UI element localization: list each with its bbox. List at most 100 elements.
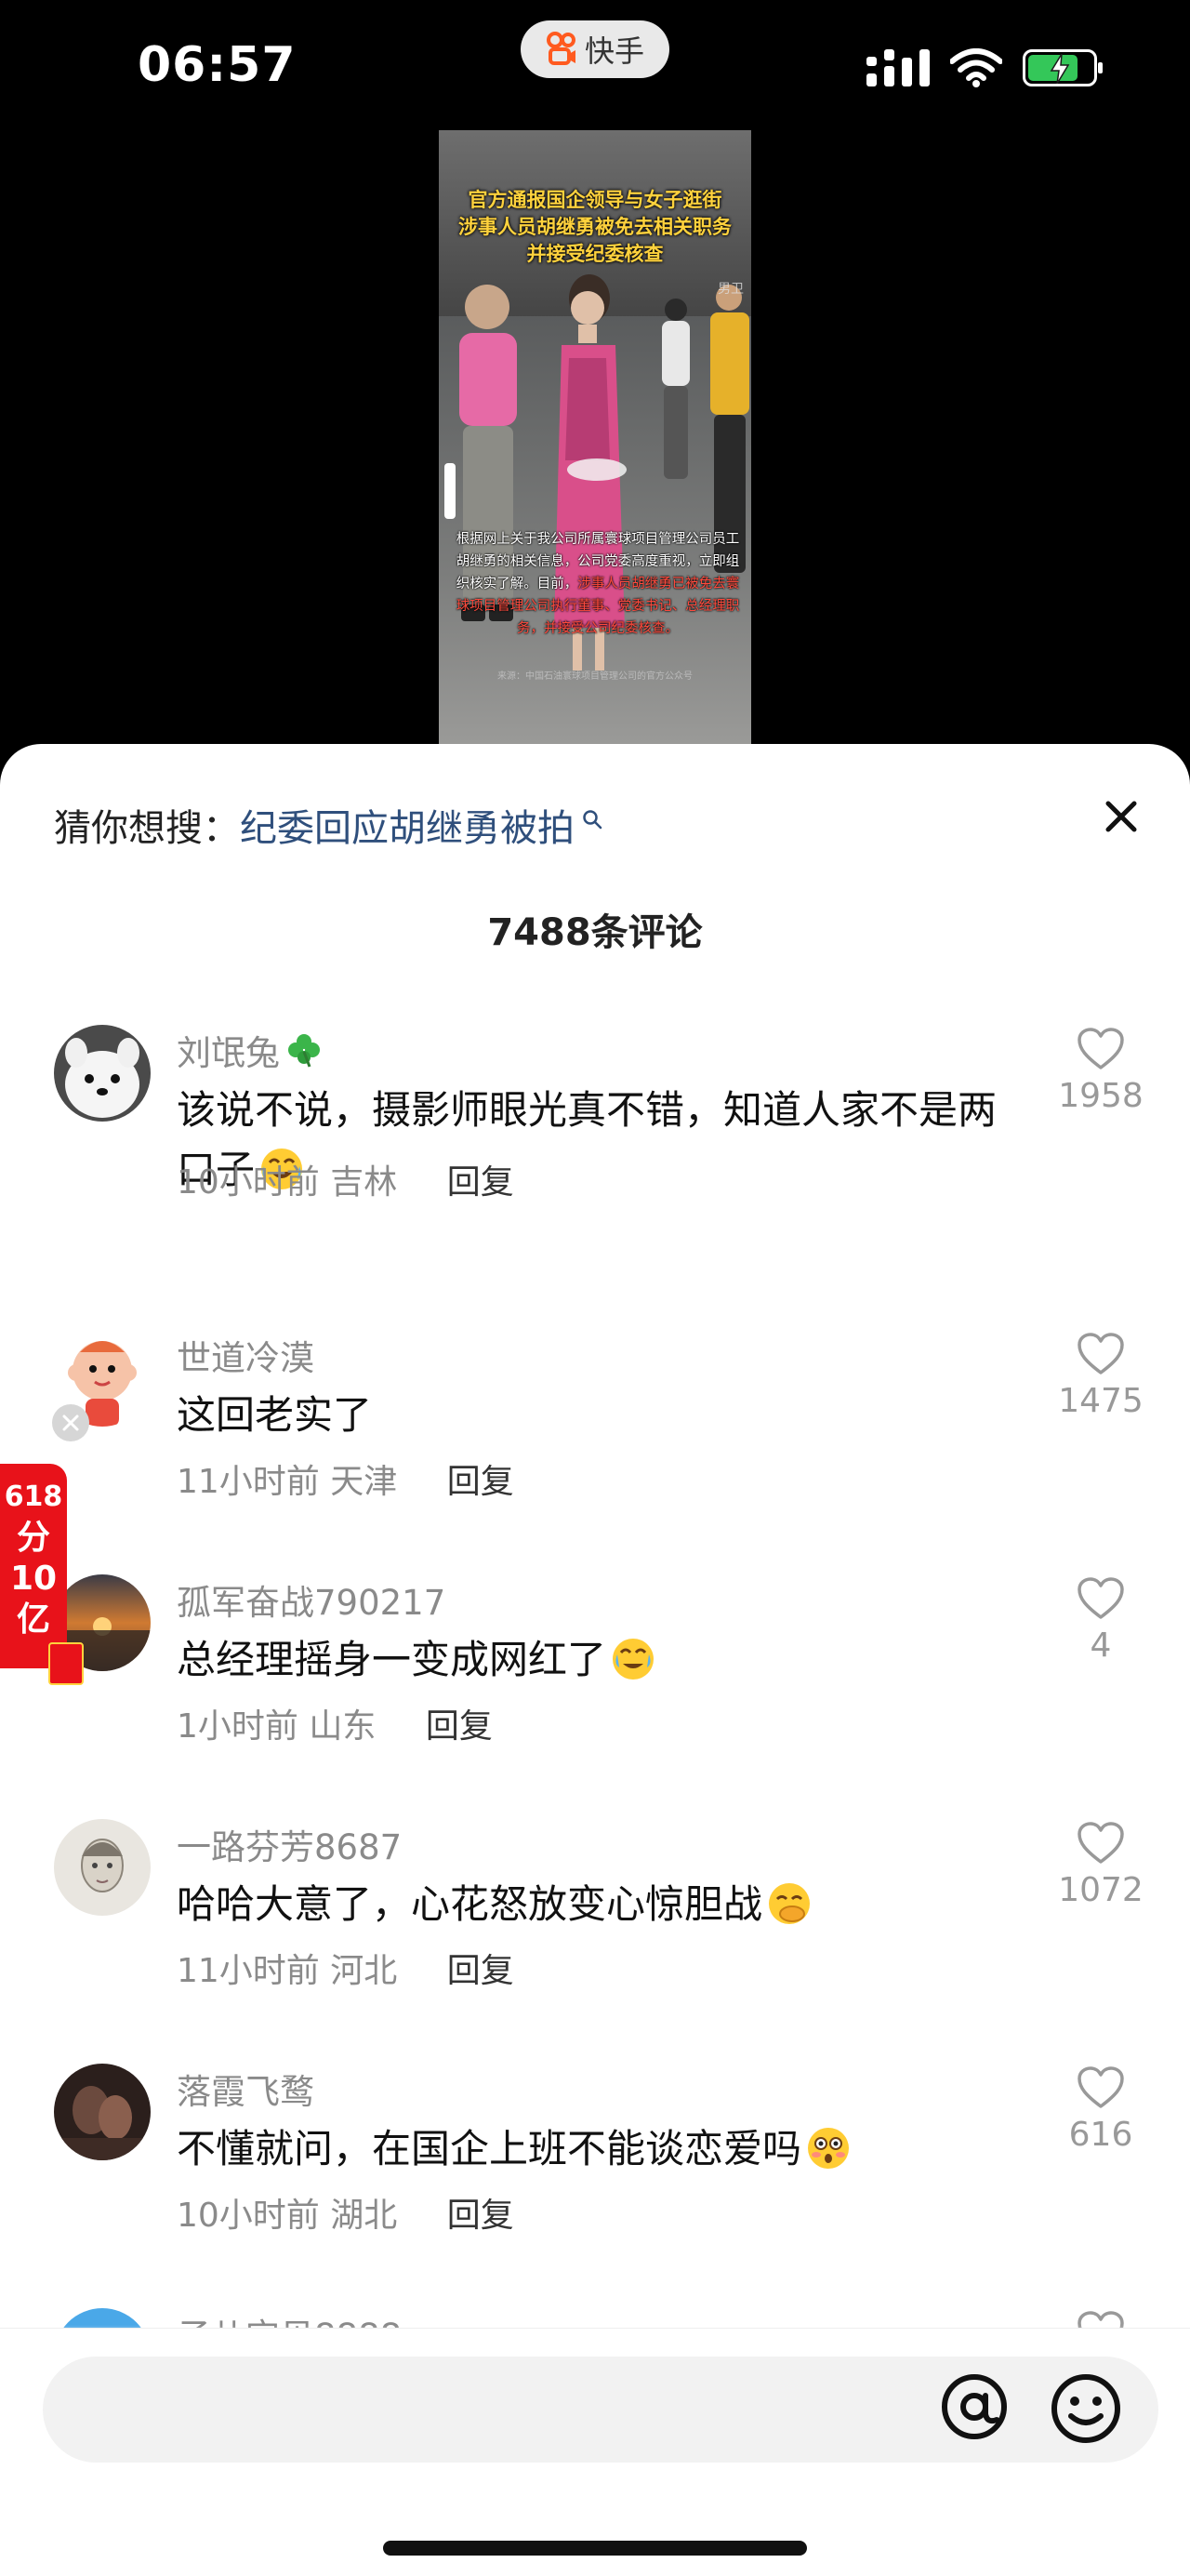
promo-line3: 10 [9,1560,58,1598]
headline-line3: 并接受纪委核查 [526,242,664,265]
comment-meta: 10小时前 吉林 回复 [177,1155,514,1203]
comment-text: 哈哈大意了，心花怒放变心惊胆战 [177,1875,1013,1934]
comment-body: 这回老实了 [177,1392,373,1438]
status-icons [866,45,1103,91]
headline-line2: 涉事人员胡继勇被免去相关职务 [458,215,732,238]
like-button[interactable]: 1958 [1049,1027,1153,1115]
comment-meta: 10小时前 湖北 回复 [177,2188,514,2237]
comment-username[interactable]: 一路芬芳8687 [177,1819,402,1869]
comment-username[interactable]: 世道冷漠 [177,1330,314,1380]
headline-line1: 官方通报国企领导与女子逛街 [468,188,722,211]
app-name: 快手 [584,33,644,69]
comment-item: 世道冷漠 这回老实了 11小时前 天津 回复 1475 [0,1330,1190,1501]
username-text: 孤军奋战790217 [177,1583,446,1623]
heart-icon [1078,1577,1124,1619]
username-text: 一路芬芳8687 [177,1827,403,1867]
search-suggestion[interactable]: 猜你想搜： 纪委回应胡继勇被拍 [54,798,602,852]
close-icon[interactable] [1099,794,1144,839]
app-pill[interactable]: 快手 [521,20,669,78]
search-icon [583,810,602,830]
comment-username[interactable]: 孤军奋战790217 [177,1574,445,1625]
promo-dismiss-button[interactable] [52,1404,89,1441]
flushed-face-emoji-icon [808,2128,850,2169]
comment-item: 落霞飞鹜 不懂就问，在国企上班不能谈恋爱吗 10小时前 湖北 回复 616 [0,2064,1190,2235]
emoji-picker-icon[interactable] [1049,2371,1123,2446]
heart-icon [1078,1333,1124,1374]
portrait-sketch-avatar-icon [54,1819,151,1916]
reply-button[interactable]: 回复 [426,1707,493,1746]
heart-icon [1078,1822,1124,1864]
cellular-signal-icon [866,49,930,86]
comment-username[interactable]: 落霞飞鹜 [177,2064,314,2114]
reply-button[interactable]: 回复 [447,1163,514,1202]
comment-item: 一路芬芳8687 哈哈大意了，心花怒放变心惊胆战 11小时前 河北 回复 107… [0,1819,1190,1990]
like-button[interactable]: 616 [1049,2065,1153,2154]
comment-location: 河北 [330,1952,398,1990]
comment-time: 1小时前 [177,1707,298,1746]
comment-time: 11小时前 [177,1952,320,1990]
crying-laughing-emoji-icon [613,1639,654,1680]
comment-body: 总经理摇身一变成网红了 [177,1637,607,1682]
reply-button[interactable]: 回复 [447,2197,514,2235]
comment-input-bar [0,2328,1190,2576]
close-icon [62,1414,79,1431]
avatar[interactable] [54,1819,151,1916]
comment-item: 孤军奋战790217 总经理摇身一变成网红了 1小时前 山东 回复 4 [0,1574,1190,1746]
comment-meta: 11小时前 河北 回复 [177,1944,514,1992]
like-button[interactable]: 4 [1049,1576,1153,1665]
search-term-link[interactable]: 纪委回应胡继勇被拍 [240,798,575,852]
reply-button[interactable]: 回复 [447,1952,514,1990]
comment-count: 7488条评论 [487,911,703,954]
red-envelope-icon [48,1642,84,1685]
comment-text: 不懂就问，在国企上班不能谈恋爱吗 [177,2119,1013,2179]
comment-location: 天津 [330,1463,398,1501]
mention-at-icon[interactable] [939,2371,1010,2442]
like-button[interactable]: 1475 [1049,1332,1153,1420]
status-bar: 06:57 快手 [0,0,1190,139]
comment-text: 这回老实了 [177,1386,1013,1445]
promo-line4: 亿 [16,1600,50,1639]
comment-location: 湖北 [330,2197,398,2235]
avatar[interactable] [54,2064,151,2160]
like-count: 1072 [1058,1871,1144,1909]
like-button[interactable]: 1072 [1049,1821,1153,1909]
dark-photo-avatar-icon [54,2064,151,2160]
comment-sheet: 猜你想搜： 纪委回应胡继勇被拍 7488条评论 刘氓兔 该说不说，摄影师眼光真不… [0,744,1190,2575]
promo-line2: 分 [16,1519,50,1557]
like-count: 1475 [1058,1382,1144,1420]
kuaishou-logo-icon [546,32,575,65]
battery-icon [1023,49,1103,86]
comment-meta: 11小时前 天津 回复 [177,1454,514,1503]
promo-618-badge[interactable]: 618 分 10 亿 [0,1464,84,1685]
video-notice: 根据网上关于我公司所属寰球项目管理公司员工胡继勇的相关信息，公司党委高度重视，立… [454,528,742,640]
comment-time: 10小时前 [177,1163,320,1202]
comment-body: 哈哈大意了，心花怒放变心惊胆战 [177,1881,763,1927]
promo-line1: 618 [4,1481,63,1513]
like-count: 4 [1090,1627,1112,1665]
video-source: 来源：中国石油寰球项目管理公司的官方公众号 [497,671,693,682]
samoyed-avatar-icon [54,1025,151,1122]
username-text: 落霞飞鹜 [177,2072,314,2112]
video-preview[interactable]: 官方通报国企领导与女子逛街 涉事人员胡继勇被免去相关职务 并接受纪委核查 男卫 … [439,130,751,744]
video-headline: 官方通报国企领导与女子逛街 涉事人员胡继勇被免去相关职务 并接受纪委核查 [439,186,751,267]
status-time: 06:57 [138,37,297,93]
comment-location: 山东 [309,1707,377,1746]
avatar[interactable] [54,1025,151,1122]
pedestrian-image [662,299,690,479]
search-prefix: 猜你想搜： [54,807,240,850]
clover-icon [288,1034,320,1068]
username-text: 刘氓兔 [177,1033,280,1073]
charging-bolt-icon [1050,54,1070,84]
comment-time: 10小时前 [177,2197,320,2235]
comment-time: 11小时前 [177,1463,320,1501]
comment-username[interactable]: 刘氓兔 [177,1025,323,1075]
username-text: 世道冷漠 [177,1338,314,1378]
like-count: 616 [1068,2116,1133,2154]
heart-icon [1078,1028,1124,1069]
heart-icon [1078,2066,1124,2108]
home-indicator [383,2541,807,2556]
wifi-icon [950,48,1002,87]
reply-button[interactable]: 回复 [447,1463,514,1501]
comment-location: 吉林 [330,1163,398,1202]
comment-meta: 1小时前 山东 回复 [177,1699,493,1747]
